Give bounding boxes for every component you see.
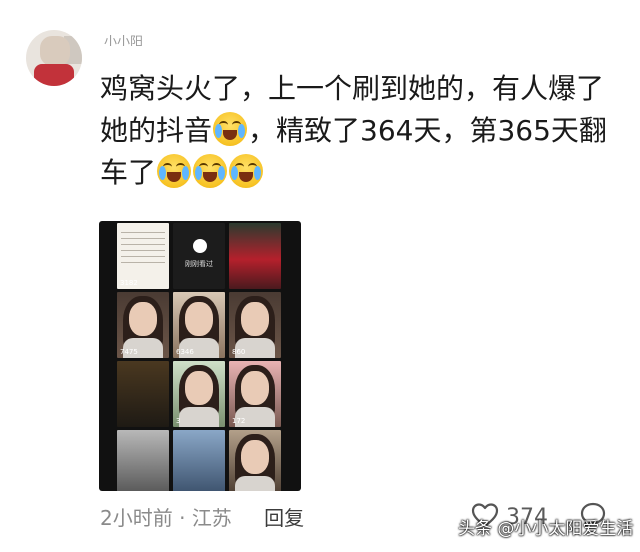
comment-location: 江苏 <box>191 506 232 530</box>
reply-button[interactable]: 回复 <box>264 506 304 530</box>
avatar-face <box>40 36 70 66</box>
user-avatar[interactable] <box>26 30 82 86</box>
video-thumbnail <box>117 430 169 491</box>
video-thumbnail: 6346 <box>173 292 225 358</box>
play-icon <box>193 239 207 253</box>
comment-line-3: 车了 <box>100 156 157 189</box>
crying-laughing-emoji-icon <box>229 154 264 188</box>
crying-laughing-emoji-icon <box>157 154 192 188</box>
avatar-shirt <box>34 64 74 86</box>
comment-text: 鸡窝头火了，上一个刷到她的，有人爆了 她的抖音 ，精致了364天，第365天翻 车… <box>100 68 620 194</box>
crying-laughing-emoji-icon <box>213 112 248 146</box>
comment-line-1: 鸡窝头火了，上一个刷到她的，有人爆了 <box>100 72 605 105</box>
watermark-text: 头条 @小小太阳爱生活 <box>458 519 634 539</box>
video-thumbnail: 172 <box>229 361 281 427</box>
comment-image[interactable]: 3182 刚刚看过 7475 6346 860 3 172 <box>99 221 301 491</box>
video-thumbnail: 860 <box>229 292 281 358</box>
video-thumbnail <box>117 361 169 427</box>
video-thumbnail: 3182 <box>117 223 169 289</box>
video-thumbnail: 刚刚看过 <box>173 223 225 289</box>
comment-time: 2小时前 <box>100 506 173 530</box>
crying-laughing-emoji-icon <box>193 154 228 188</box>
meta-separator: · <box>179 506 186 530</box>
comment-line-2b: ，精致了364天，第365天翻 <box>248 114 607 147</box>
video-thumbnail <box>229 223 281 289</box>
comment-line-2a: 她的抖音 <box>100 114 213 147</box>
video-thumbnail: 3 <box>173 361 225 427</box>
video-thumbnail: 7475 <box>117 292 169 358</box>
video-thumbnail <box>229 430 281 491</box>
profile-video-grid: 3182 刚刚看过 7475 6346 860 3 172 <box>117 221 281 491</box>
comment-meta: 2小时前 · 江苏 回复 <box>100 504 304 532</box>
video-thumbnail <box>173 430 225 491</box>
username[interactable]: 小小阳 <box>104 32 200 46</box>
